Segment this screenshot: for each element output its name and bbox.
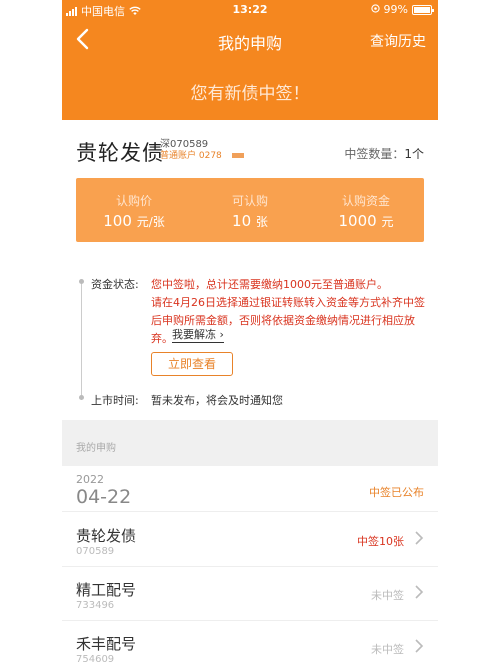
nav-bar: 我的申购 查询历史 xyxy=(62,20,438,60)
item-code: 733496 xyxy=(76,600,115,611)
date-group-header: 2022 04-22 中签已公布 xyxy=(62,466,438,512)
alarm-icon xyxy=(370,3,380,16)
date-status: 中签已公布 xyxy=(369,486,424,499)
hero-message: 您有新债中签！ xyxy=(190,84,310,104)
date-day: 04-22 xyxy=(76,486,132,508)
summary-label: 认购价 xyxy=(115,194,152,208)
unfreeze-link[interactable]: 我要解冻 › xyxy=(172,326,224,343)
timeline-dot xyxy=(79,279,84,284)
item-name: 禾丰配号 xyxy=(76,635,137,653)
fund-status-line: 您中签啦，总计还需要缴纳1000元至普通账户。 xyxy=(151,278,388,291)
status-right: 99% xyxy=(370,3,434,16)
subscription-summary: 认购价 100 元/张 可认购 10 张 认购资金 1000 元 xyxy=(76,178,424,242)
bond-account: 普通账户 0278 xyxy=(160,151,222,161)
timeline-line xyxy=(81,280,82,400)
summary-value: 1000 元 xyxy=(338,212,394,230)
summary-price: 认购价 100 元/张 xyxy=(76,178,192,242)
listing-time-text: 暂未发布，将会及时通知您 xyxy=(151,394,283,407)
account-mask xyxy=(232,153,244,158)
winning-quantity: 中签数量：1个 xyxy=(344,145,424,162)
my-subscriptions-header: 我的申购 xyxy=(62,420,438,466)
item-status: 未中签 xyxy=(371,643,404,656)
phone-screen: 中国电信 13:22 99% 我的申购 查询历史 您有新债中签！ 贵轮发债 深0… xyxy=(62,0,438,667)
item-name: 贵轮发债 xyxy=(76,527,137,545)
item-status: 未中签 xyxy=(371,589,404,602)
list-item[interactable]: 精工配号 733496 未中签 xyxy=(62,567,438,621)
item-status: 中签10张 xyxy=(357,535,404,548)
list-item[interactable]: 贵轮发债 070589 中签10张 xyxy=(62,513,438,567)
quantity-value: 1个 xyxy=(404,147,424,161)
quantity-label: 中签数量： xyxy=(344,147,405,161)
view-now-button[interactable]: 立即查看 xyxy=(151,352,233,376)
item-code: 070589 xyxy=(76,546,115,557)
chevron-right-icon xyxy=(415,531,424,545)
chevron-right-icon xyxy=(415,585,424,599)
hero-banner: 您有新债中签！ xyxy=(62,60,438,120)
item-code: 754609 xyxy=(76,654,115,665)
item-name: 精工配号 xyxy=(76,581,137,599)
battery-percent: 99% xyxy=(383,3,408,16)
bond-header: 贵轮发债 深070589 普通账户 0278 中签数量：1个 xyxy=(62,120,438,178)
summary-label: 认购资金 xyxy=(341,194,390,208)
summary-value: 100 元/张 xyxy=(103,212,165,230)
summary-available: 可认购 10 张 xyxy=(192,178,308,242)
bond-name: 贵轮发债 xyxy=(76,141,164,165)
summary-value: 10 张 xyxy=(232,212,268,230)
detail-section: 资金状态: 您中签啦，总计还需要缴纳1000元至普通账户。 请在4月26日选择通… xyxy=(62,262,438,420)
status-bar: 中国电信 13:22 99% xyxy=(62,0,438,20)
battery-icon xyxy=(412,4,434,15)
listing-time-label: 上市时间: xyxy=(91,394,139,407)
timeline-dot xyxy=(79,395,84,400)
summary-funds: 认购资金 1000 元 xyxy=(308,178,424,242)
fund-status-label: 资金状态: xyxy=(91,278,139,291)
section-label: 我的申购 xyxy=(76,443,116,454)
chevron-right-icon xyxy=(415,639,424,653)
date-year: 2022 xyxy=(76,473,104,486)
list-item[interactable]: 禾丰配号 754609 未中签 xyxy=(62,621,438,667)
query-history-button[interactable]: 查询历史 xyxy=(370,31,426,51)
summary-label: 可认购 xyxy=(231,194,268,208)
